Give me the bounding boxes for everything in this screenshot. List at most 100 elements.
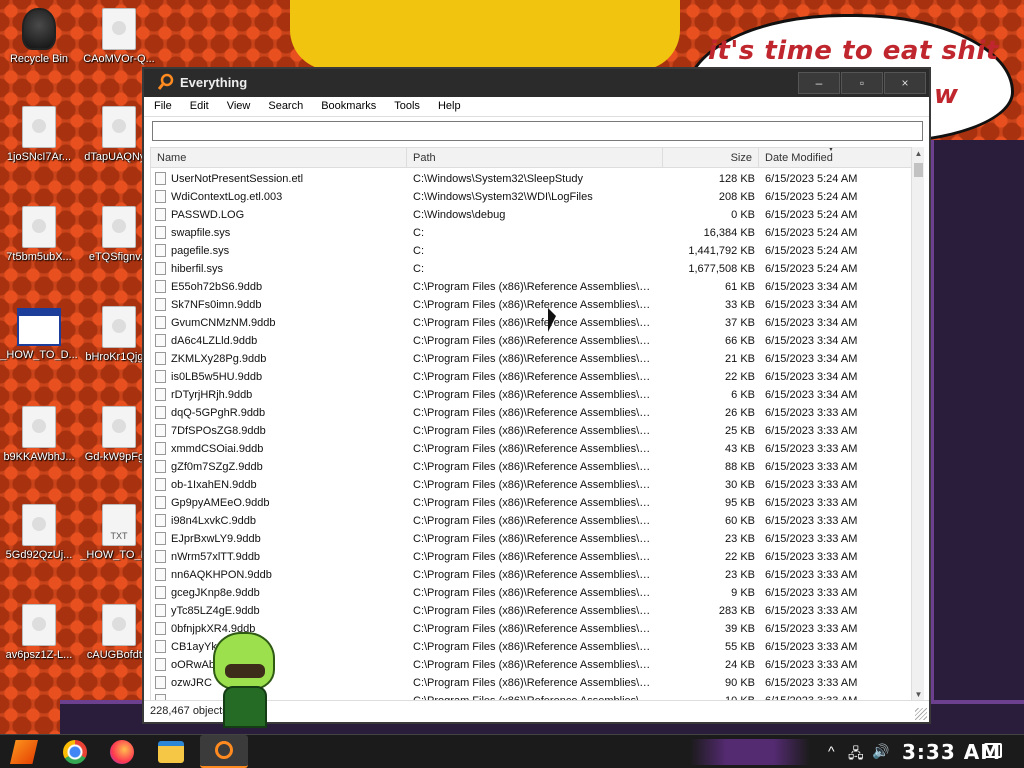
chrome-icon[interactable] — [63, 740, 87, 764]
file-date-modified: 6/15/2023 3:33 AM — [765, 569, 858, 581]
file-name: pagefile.sys — [171, 245, 230, 257]
table-row[interactable]: WdiContextLog.etl.003 C:\Windows\System32… — [151, 188, 912, 206]
file-path: C:\Program Files (x86)\Reference Assembl… — [413, 335, 659, 347]
vertical-scrollbar[interactable]: ▲ ▼ — [911, 147, 924, 702]
table-row[interactable]: 7DfSPOsZG8.9ddb C:\Program Files (x86)\Re… — [151, 422, 912, 440]
desktop-icon-file[interactable]: 7t5bm5ubX... — [0, 206, 78, 263]
file-date-modified: 6/15/2023 3:33 AM — [765, 641, 858, 653]
table-row[interactable]: gZf0m7SZgZ.9ddb C:\Program Files (x86)\Re… — [151, 458, 912, 476]
file-icon — [155, 442, 166, 455]
file-path: C:\Program Files (x86)\Reference Assembl… — [413, 569, 659, 581]
menu-bookmarks[interactable]: Bookmarks — [311, 97, 384, 112]
file-path: C:\Program Files (x86)\Reference Assembl… — [413, 659, 659, 671]
notification-icon[interactable] — [984, 743, 1002, 758]
table-row[interactable]: Sk7NFs0imn.9ddb C:\Program Files (x86)\Re… — [151, 296, 912, 314]
menu-file[interactable]: File — [144, 97, 180, 112]
file-explorer-icon[interactable] — [158, 741, 184, 763]
file-icon — [102, 306, 136, 348]
menu-help[interactable]: Help — [428, 97, 469, 112]
file-icon — [102, 406, 136, 448]
menu-edit[interactable]: Edit — [180, 97, 217, 112]
file-name: swapfile.sys — [171, 227, 231, 239]
table-row[interactable]: PASSWD.LOG C:\Windows\debug 0 KB 6/15/2023 … — [151, 206, 912, 224]
file-name: yTc85LZ4gE.9ddb — [171, 605, 260, 617]
desktop-icon-shortcut[interactable]: _HOW_TO_D... — [0, 308, 78, 361]
table-row[interactable]: is0LB5w5HU.9ddb C:\Program Files (x86)\Re… — [151, 368, 912, 386]
close-button[interactable]: × — [884, 72, 926, 94]
table-row[interactable]: rDTyrjHRjh.9ddb C:\Program Files (x86)\Re… — [151, 386, 912, 404]
table-row[interactable]: nWrm57xlTT.9ddb C:\Program Files (x86)\Re… — [151, 548, 912, 566]
table-row[interactable]: hiberfil.sys C: 1,677,508 KB 6/15/2023 5:24… — [151, 260, 912, 278]
file-date-modified: 6/15/2023 3:33 AM — [765, 587, 858, 599]
table-row[interactable]: pagefile.sys C: 1,441,792 KB 6/15/2023 5:24… — [151, 242, 912, 260]
results-list[interactable]: Name Path Size Date Modified ▼ UserNotPr… — [150, 147, 917, 702]
show-hidden-icons-icon[interactable]: ^ — [828, 743, 835, 759]
file-name: PASSWD.LOG — [171, 209, 245, 221]
table-row[interactable]: EJprBxwLY9.9ddb C:\Program Files (x86)\Re… — [151, 530, 912, 548]
file-icon — [22, 406, 56, 448]
file-icon — [155, 352, 166, 365]
recycle-bin-icon — [22, 8, 56, 50]
file-icon — [155, 514, 166, 527]
file-path: C:\Windows\debug — [413, 209, 506, 221]
file-size: 60 KB — [725, 515, 755, 527]
network-icon[interactable]: 🖧 — [848, 743, 864, 767]
title-bar[interactable]: Everything – ▫ × — [144, 69, 929, 97]
table-row[interactable]: Gp9pyAMEeO.9ddb C:\Program Files (x86)\Re… — [151, 494, 912, 512]
file-name: dA6c4LZLld.9ddb — [171, 335, 258, 347]
table-row[interactable]: dqQ-5GPghR.9ddb C:\Program Files (x86)\Re… — [151, 404, 912, 422]
table-row[interactable]: E55oh72bS6.9ddb C:\Program Files (x86)\Re… — [151, 278, 912, 296]
minimize-button[interactable]: – — [798, 72, 840, 94]
file-size: 22 KB — [725, 551, 755, 563]
magnifier-icon — [158, 73, 174, 90]
file-path: C:\Program Files (x86)\Reference Assembl… — [413, 515, 659, 527]
table-row[interactable]: ob-1IxahEN.9ddb C:\Program Files (x86)\Re… — [151, 476, 912, 494]
table-row[interactable]: swapfile.sys C: 16,384 KB 6/15/2023 5:24 AM — [151, 224, 912, 242]
table-row[interactable]: GvumCNMzNM.9ddb C:\Program Files (x86)\Re… — [151, 314, 912, 332]
column-header-name[interactable]: Name — [151, 148, 407, 168]
desktop-icon-file[interactable]: 1joSNcI7Ar... — [0, 106, 78, 163]
table-row[interactable]: nn6AQKHPON.9ddb C:\Program Files (x86)\Re… — [151, 566, 912, 584]
everything-taskbar-icon[interactable] — [200, 735, 248, 768]
desktop-icon-file[interactable]: 5Gd92QzUj... — [0, 504, 78, 561]
file-date-modified: 6/15/2023 3:33 AM — [765, 659, 858, 671]
column-header-date-modified[interactable]: Date Modified — [759, 148, 912, 168]
maximize-button[interactable]: ▫ — [841, 72, 883, 94]
table-row[interactable]: ZKMLXy28Pg.9ddb C:\Program Files (x86)\Re… — [151, 350, 912, 368]
desktop-icon-file[interactable]: av6psz1Z-L... — [0, 604, 78, 661]
start-button[interactable] — [10, 740, 38, 764]
desktop-icon-file[interactable]: b9KKAWbhJ... — [0, 406, 78, 463]
file-name: hiberfil.sys — [171, 263, 223, 275]
resize-grip-icon[interactable] — [915, 708, 927, 720]
file-name: gcegJKnp8e.9ddb — [171, 587, 260, 599]
column-header-size[interactable]: Size — [663, 148, 759, 168]
table-row[interactable]: i98n4LxvkC.9ddb C:\Program Files (x86)\Re… — [151, 512, 912, 530]
scrollbar-thumb[interactable] — [914, 163, 923, 177]
file-date-modified: 6/15/2023 5:24 AM — [765, 191, 858, 203]
file-date-modified: 6/15/2023 3:34 AM — [765, 335, 858, 347]
file-date-modified: 6/15/2023 3:33 AM — [765, 497, 858, 509]
firefox-icon[interactable] — [110, 740, 134, 764]
table-row[interactable]: dA6c4LZLld.9ddb C:\Program Files (x86)\Re… — [151, 332, 912, 350]
volume-icon[interactable]: 🔊 — [872, 743, 889, 760]
menu-tools[interactable]: Tools — [384, 97, 428, 112]
column-header-path[interactable]: Path — [407, 148, 663, 168]
file-size: 39 KB — [725, 623, 755, 635]
menu-view[interactable]: View — [217, 97, 259, 112]
menu-search[interactable]: Search — [258, 97, 311, 112]
file-size: 9 KB — [731, 587, 755, 599]
file-icon — [155, 316, 166, 329]
table-row[interactable]: UserNotPresentSession.etl C:\Windows\Syst… — [151, 170, 912, 188]
desktop-icon-label: 5Gd92QzUj... — [5, 549, 73, 561]
menu-bar: File Edit View Search Bookmarks Tools Help — [144, 97, 929, 117]
file-icon — [155, 550, 166, 563]
desktop-icon-recycle-bin[interactable]: Recycle Bin — [0, 8, 78, 65]
table-row[interactable]: yTc85LZ4gE.9ddb C:\Program Files (x86)\Re… — [151, 602, 912, 620]
desktop-icon-file[interactable]: CAoMVOr-Q... — [80, 8, 158, 65]
desktop-icon-label: _HOW_TO_D... — [0, 349, 78, 361]
search-input[interactable] — [152, 121, 923, 141]
table-row[interactable]: xmmdCSOiai.9ddb C:\Program Files (x86)\Re… — [151, 440, 912, 458]
file-path: C:\Program Files (x86)\Reference Assembl… — [413, 623, 659, 635]
scroll-up-icon[interactable]: ▲ — [912, 147, 925, 161]
table-row[interactable]: gcegJKnp8e.9ddb C:\Program Files (x86)\Re… — [151, 584, 912, 602]
